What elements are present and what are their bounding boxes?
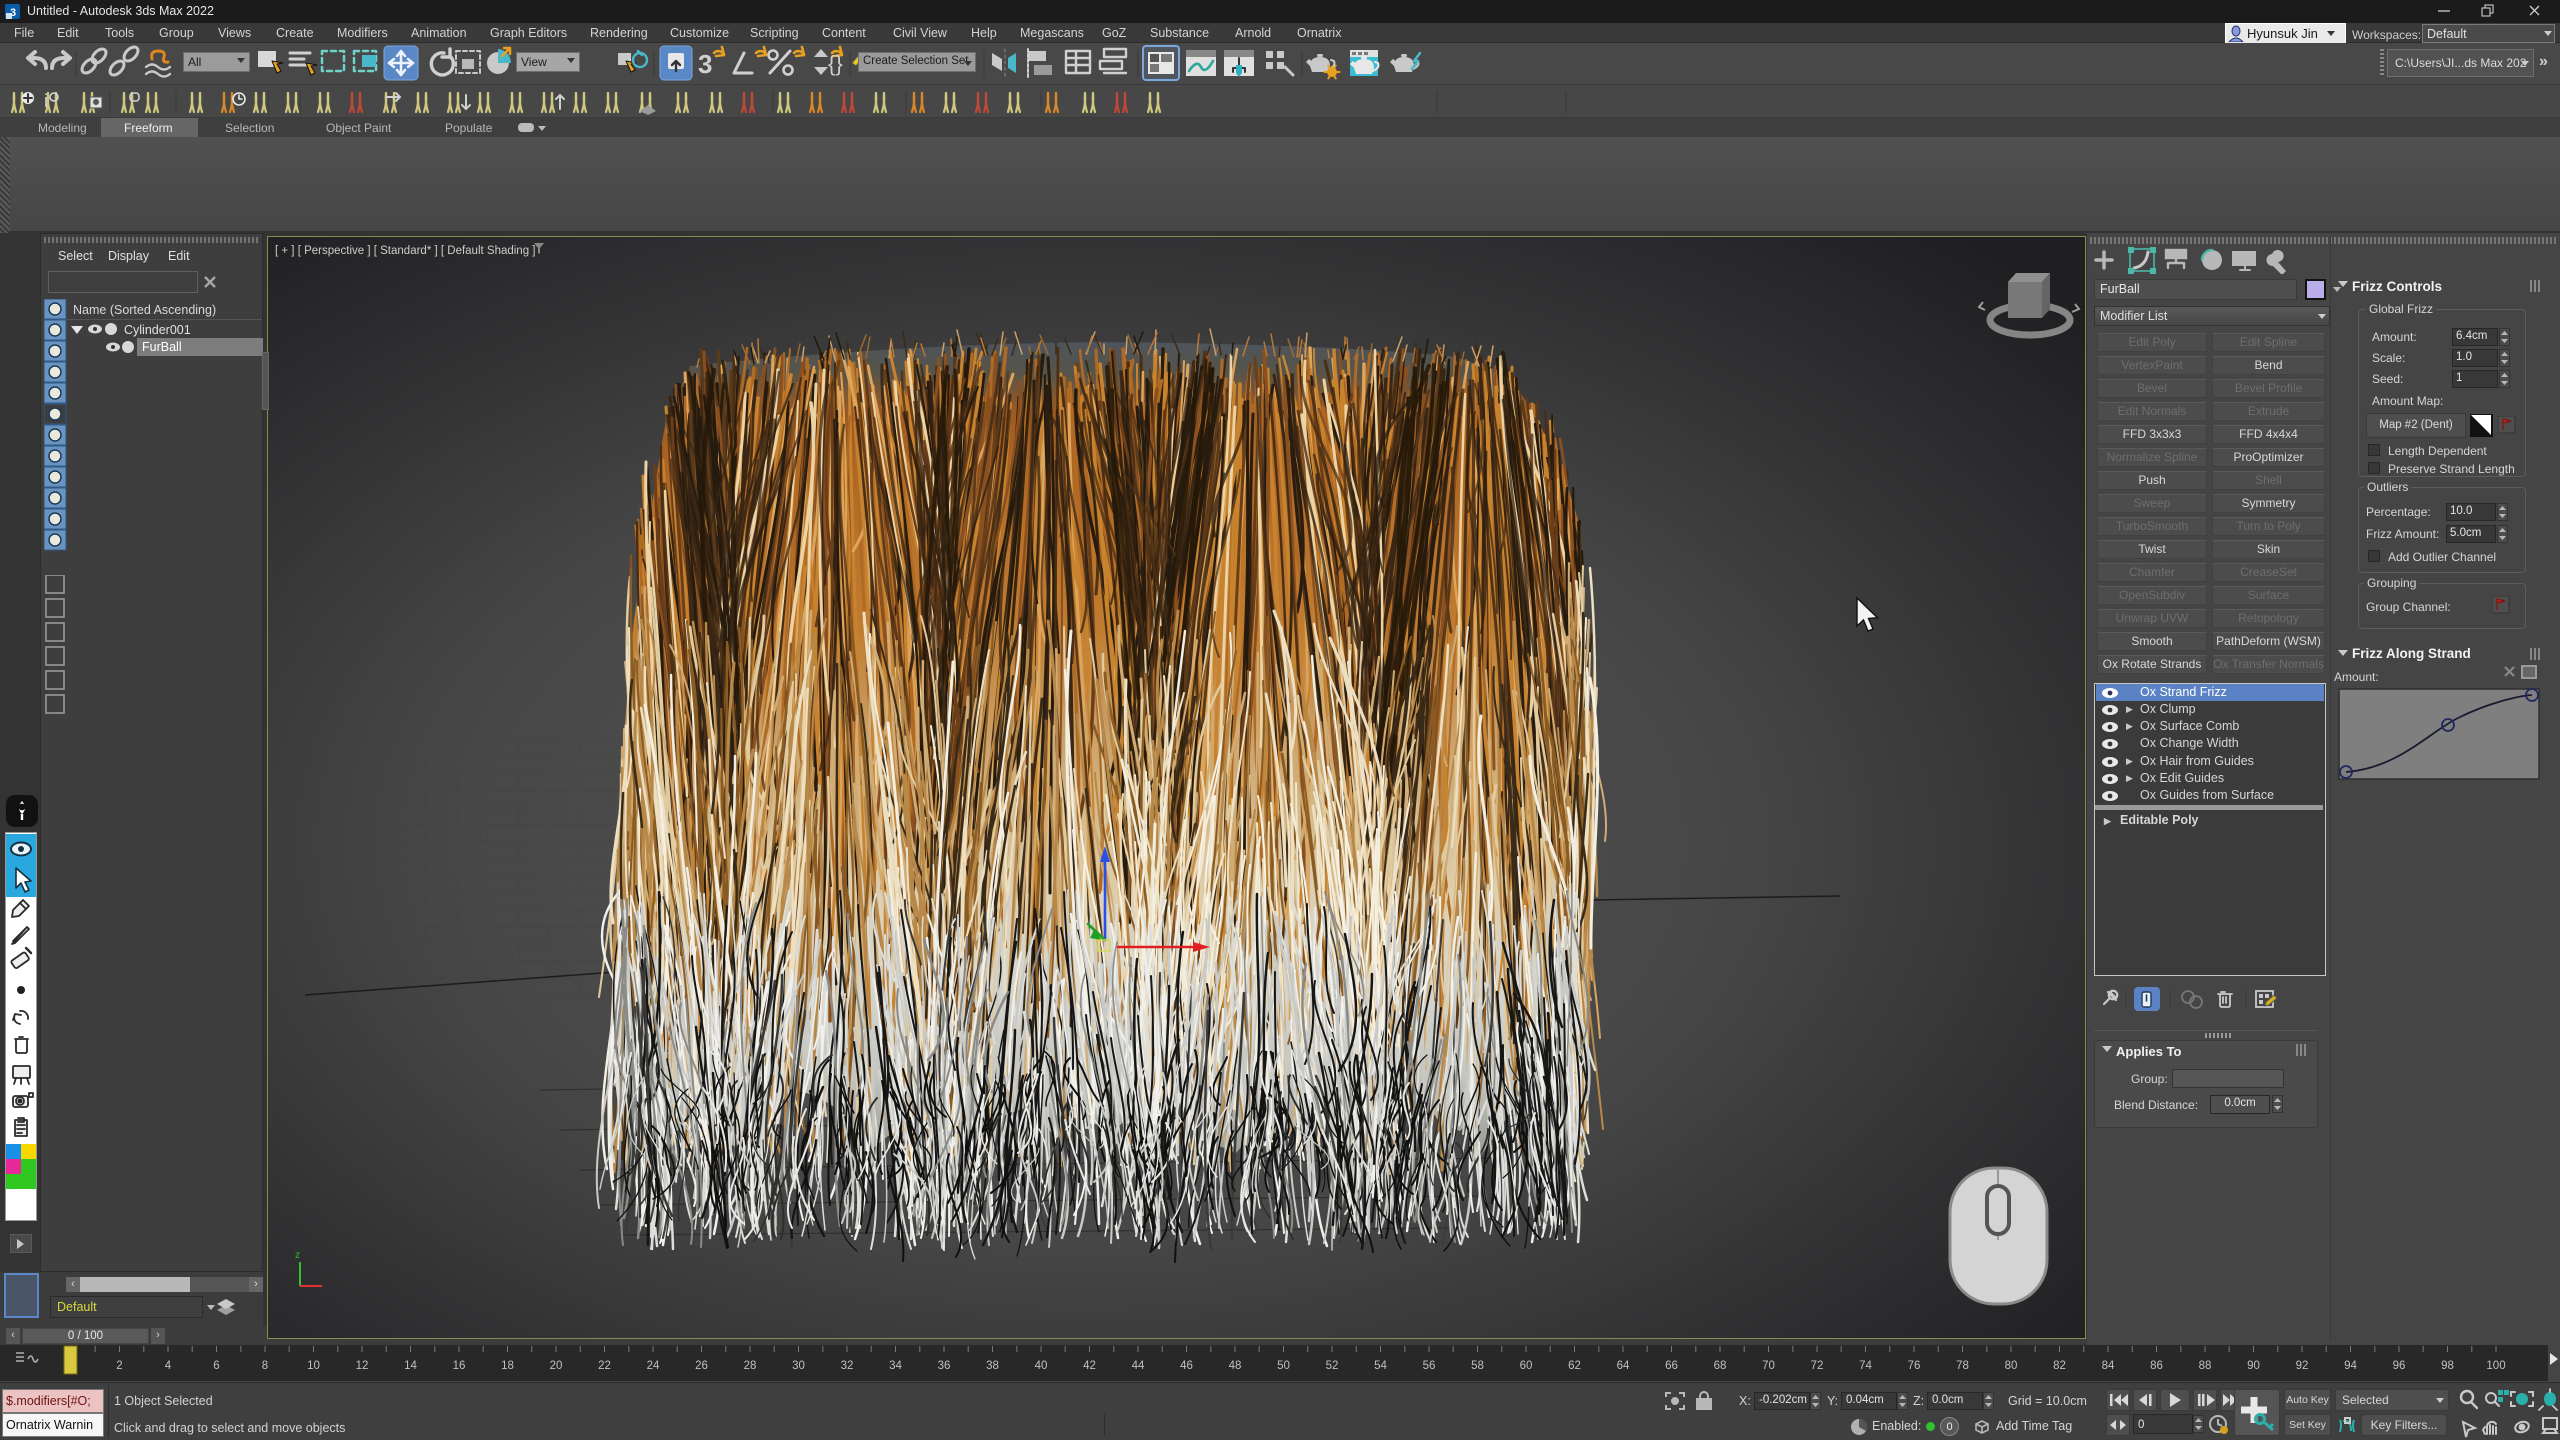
svg-text:74: 74: [1859, 1360, 1872, 1372]
svg-text:98: 98: [2441, 1360, 2454, 1372]
svg-text:34: 34: [889, 1360, 902, 1372]
svg-text:[ + ] [ Perspective ] [ Standa: [ + ] [ Perspective ] [ Standard* ] [ De…: [275, 245, 536, 257]
svg-text:76: 76: [1908, 1360, 1921, 1372]
svg-text:100: 100: [2486, 1360, 2505, 1372]
svg-text:40: 40: [1035, 1360, 1048, 1372]
svg-text:52: 52: [1326, 1360, 1339, 1372]
svg-text:2: 2: [116, 1360, 122, 1372]
svg-text:80: 80: [2005, 1360, 2018, 1372]
svg-text:92: 92: [2296, 1360, 2309, 1372]
svg-text:50: 50: [1277, 1360, 1290, 1372]
svg-text:42: 42: [1083, 1360, 1096, 1372]
svg-text:88: 88: [2199, 1360, 2212, 1372]
svg-text:30: 30: [792, 1360, 805, 1372]
svg-text:16: 16: [453, 1360, 466, 1372]
svg-text:56: 56: [1423, 1360, 1436, 1372]
svg-text:24: 24: [647, 1360, 660, 1372]
svg-text:38: 38: [986, 1360, 999, 1372]
svg-text:i: i: [44, 91, 48, 111]
svg-text:12: 12: [356, 1360, 369, 1372]
svg-text:48: 48: [1229, 1360, 1242, 1372]
svg-text:72: 72: [1811, 1360, 1824, 1372]
svg-text:36: 36: [938, 1360, 951, 1372]
svg-text:8: 8: [262, 1360, 268, 1372]
svg-text:{}: {}: [828, 51, 843, 76]
svg-text:70: 70: [1762, 1360, 1775, 1372]
svg-text:86: 86: [2150, 1360, 2163, 1372]
svg-text:94: 94: [2344, 1360, 2357, 1372]
svg-text:90: 90: [2247, 1360, 2260, 1372]
svg-text:20: 20: [550, 1360, 563, 1372]
svg-text:z: z: [295, 1250, 300, 1261]
svg-text:54: 54: [1374, 1360, 1387, 1372]
svg-text:26: 26: [695, 1360, 708, 1372]
svg-text:96: 96: [2393, 1360, 2406, 1372]
svg-text:6: 6: [213, 1360, 219, 1372]
svg-text:62: 62: [1568, 1360, 1581, 1372]
svg-text:3: 3: [10, 7, 16, 19]
svg-text:28: 28: [744, 1360, 757, 1372]
svg-text:44: 44: [1132, 1360, 1145, 1372]
svg-text:60: 60: [1520, 1360, 1533, 1372]
svg-text:66: 66: [1665, 1360, 1678, 1372]
svg-text:3: 3: [698, 49, 712, 79]
svg-text:18: 18: [501, 1360, 514, 1372]
svg-text:84: 84: [2102, 1360, 2115, 1372]
svg-text:32: 32: [841, 1360, 854, 1372]
svg-text:78: 78: [1956, 1360, 1969, 1372]
svg-text:46: 46: [1180, 1360, 1193, 1372]
svg-text:10: 10: [307, 1360, 320, 1372]
svg-text:82: 82: [2053, 1360, 2066, 1372]
svg-text:22: 22: [598, 1360, 611, 1372]
svg-text:64: 64: [1617, 1360, 1630, 1372]
svg-text:68: 68: [1714, 1360, 1727, 1372]
svg-text:58: 58: [1471, 1360, 1484, 1372]
svg-text:14: 14: [404, 1360, 417, 1372]
svg-text:4: 4: [165, 1360, 172, 1372]
